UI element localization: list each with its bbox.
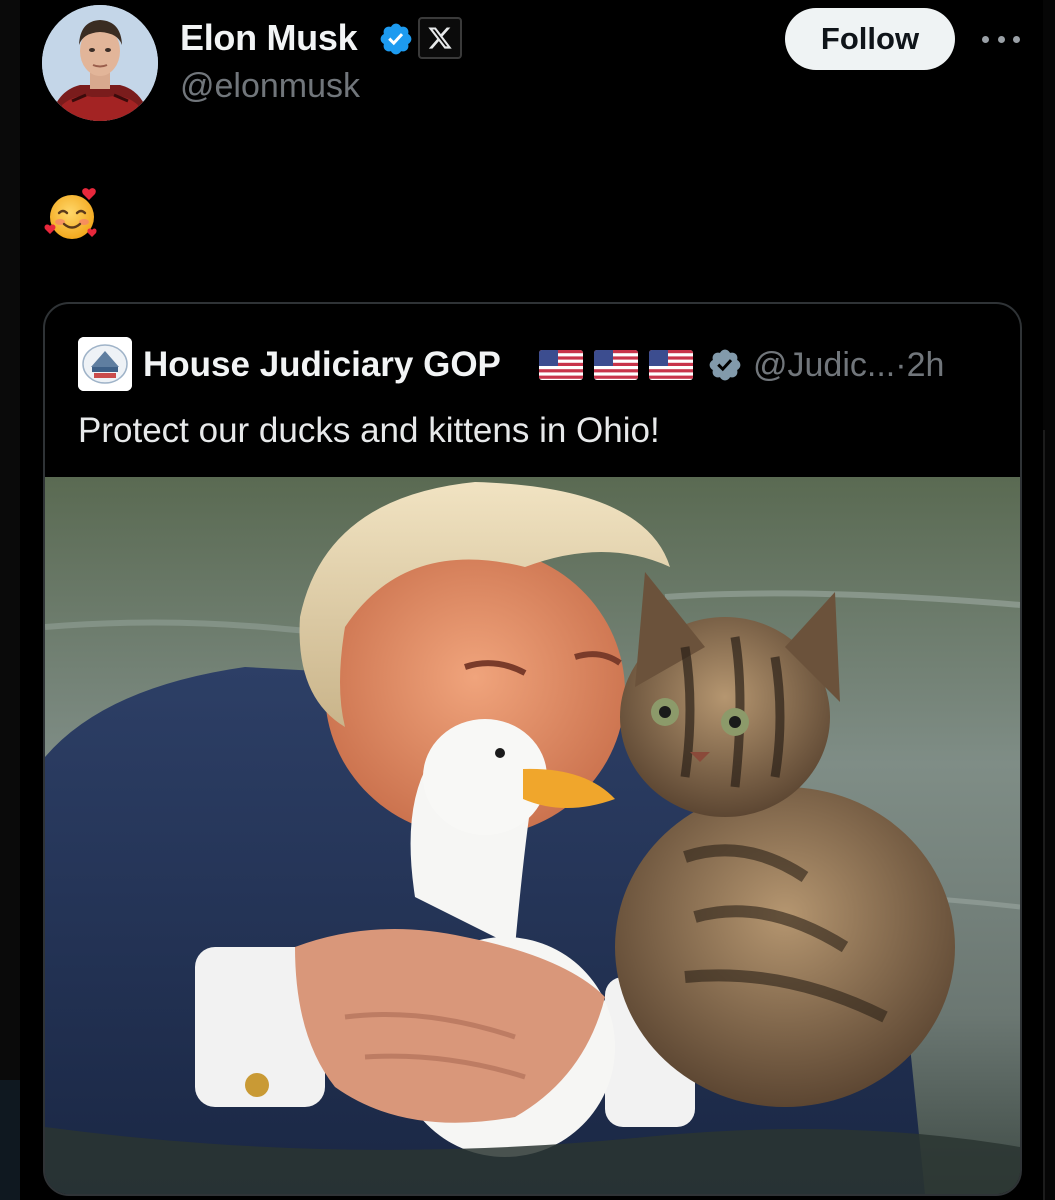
quoted-tweet-text: Protect our ducks and kittens in Ohio!: [78, 411, 660, 450]
separator-dot: ·: [895, 346, 907, 384]
quoted-author-avatar[interactable]: [78, 337, 132, 391]
us-flag-icon: [594, 350, 638, 380]
smiling-face-with-hearts-icon: [44, 188, 97, 239]
left-gutter: [0, 0, 20, 1200]
quoted-timestamp[interactable]: 2h: [907, 346, 945, 384]
quoted-tweet-image[interactable]: [45, 477, 1020, 1194]
author-handle[interactable]: @elonmusk: [180, 64, 360, 108]
x-logo-icon[interactable]: [418, 17, 462, 59]
verified-badge-icon: [380, 23, 412, 55]
follow-button[interactable]: Follow: [785, 8, 955, 70]
verified-badge-icon: [709, 349, 741, 381]
quoted-author-name[interactable]: House Judiciary GOP: [143, 342, 501, 388]
us-flag-icon: [649, 350, 693, 380]
author-display-name[interactable]: Elon Musk: [180, 14, 358, 62]
quoted-author-handle[interactable]: @Judic...: [753, 346, 895, 384]
quoted-handle-and-time[interactable]: @Judic...·2h: [753, 342, 944, 388]
more-horizontal-icon[interactable]: [978, 24, 1024, 54]
quoted-tweet-card[interactable]: House Judiciary GOP @Judic...·2h Protect…: [43, 302, 1022, 1196]
right-gutter: [1043, 0, 1055, 1200]
tweet-view: Elon Musk @elonmusk Follow House Judicia…: [0, 0, 1055, 1200]
author-avatar[interactable]: [42, 5, 158, 121]
us-flag-icon: [539, 350, 583, 380]
